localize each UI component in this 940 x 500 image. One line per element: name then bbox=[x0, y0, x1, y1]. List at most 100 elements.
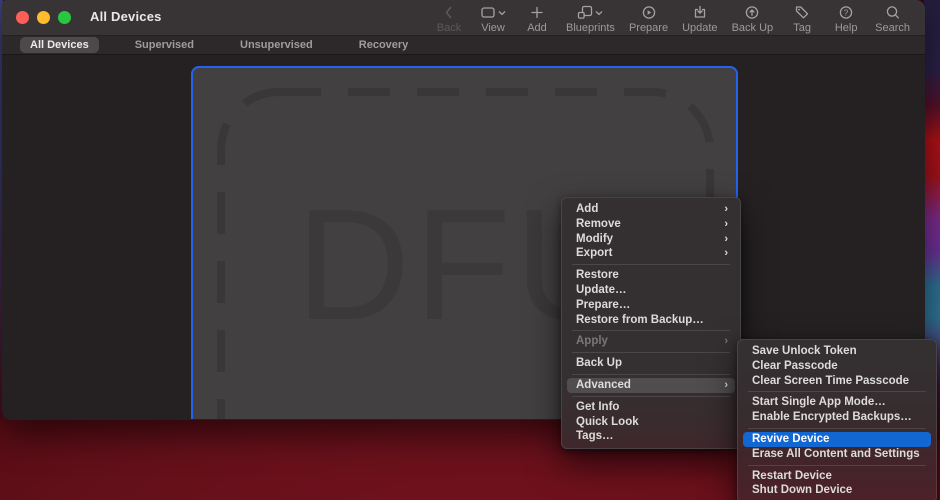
menu-item-label: Remove bbox=[576, 218, 621, 230]
menu-item-restore[interactable]: Restore bbox=[567, 268, 735, 283]
toolbar-button-prepare[interactable]: Prepare bbox=[622, 2, 675, 36]
menu-item-erase-all-content-and-settings[interactable]: Erase All Content and Settings bbox=[743, 447, 931, 462]
toolbar-button-add[interactable]: Add bbox=[515, 2, 559, 36]
menu-item-prepare[interactable]: Prepare… bbox=[567, 298, 735, 313]
menu-item-label: Export bbox=[576, 247, 612, 259]
menu-separator bbox=[748, 428, 926, 429]
toolbar-label: Search bbox=[875, 22, 910, 34]
submenu-chevron-icon: › bbox=[724, 202, 728, 217]
menu-separator bbox=[572, 264, 730, 265]
menu-item-export[interactable]: Export › bbox=[567, 246, 735, 261]
menu-item-label: Modify bbox=[576, 233, 613, 245]
menu-item-label: Get Info bbox=[576, 401, 619, 413]
menu-item-restore-from-backup[interactable]: Restore from Backup… bbox=[567, 313, 735, 328]
menu-item-update[interactable]: Update… bbox=[567, 283, 735, 298]
menu-item-tags[interactable]: Tags… bbox=[567, 429, 735, 444]
menu-item-label: Tags… bbox=[576, 430, 614, 442]
menu-item-label: Advanced bbox=[576, 379, 631, 391]
menu-item-label: Start Single App Mode… bbox=[752, 396, 886, 408]
menu-separator bbox=[572, 330, 730, 331]
submenu-chevron-icon: › bbox=[724, 246, 728, 261]
menu-item-clear-screen-time-passcode[interactable]: Clear Screen Time Passcode bbox=[743, 374, 931, 389]
menu-item-clear-passcode[interactable]: Clear Passcode bbox=[743, 359, 931, 374]
menu-item-modify[interactable]: Modify › bbox=[567, 232, 735, 247]
menu-item-label: Shut Down Device bbox=[752, 484, 852, 496]
menu-item-label: Restart Device bbox=[752, 470, 832, 482]
toolbar-button-view[interactable]: View bbox=[471, 2, 515, 36]
toolbar-label: Tag bbox=[793, 22, 811, 34]
toolbar-button-help[interactable]: ? Help bbox=[824, 2, 868, 36]
backup-circle-arrow-icon bbox=[744, 4, 760, 21]
menu-separator bbox=[748, 465, 926, 466]
window-title: All Devices bbox=[90, 9, 162, 24]
menu-item-label: Back Up bbox=[576, 357, 622, 369]
toolbar-button-update[interactable]: Update bbox=[675, 2, 724, 36]
toolbar-label: Add bbox=[527, 22, 547, 34]
tab-supervised[interactable]: Supervised bbox=[125, 37, 204, 53]
minimize-button[interactable] bbox=[37, 11, 50, 24]
menu-item-label: Restore from Backup… bbox=[576, 314, 704, 326]
menu-item-get-info[interactable]: Get Info bbox=[567, 400, 735, 415]
plus-icon bbox=[529, 4, 545, 21]
menu-item-restart-device[interactable]: Restart Device bbox=[743, 469, 931, 484]
menu-item-label: Prepare… bbox=[576, 299, 630, 311]
menu-item-add[interactable]: Add › bbox=[567, 202, 735, 217]
menu-item-label: Save Unlock Token bbox=[752, 345, 857, 357]
zoom-button[interactable] bbox=[58, 11, 71, 24]
menu-item-start-single-app-mode[interactable]: Start Single App Mode… bbox=[743, 395, 931, 410]
menu-item-label: Restore bbox=[576, 269, 619, 281]
svg-text:?: ? bbox=[844, 8, 849, 17]
context-menu: Add › Remove › Modify › Export › Restore Update… P… bbox=[561, 197, 741, 449]
tab-recovery[interactable]: Recovery bbox=[349, 37, 419, 53]
advanced-submenu: Save Unlock Token Clear PasscodeClear Scr… bbox=[737, 339, 937, 500]
tab-unsupervised[interactable]: Unsupervised bbox=[230, 37, 323, 53]
menu-item-label: Add bbox=[576, 203, 598, 215]
menu-item-enable-encrypted-backups[interactable]: Enable Encrypted Backups… bbox=[743, 410, 931, 425]
search-icon bbox=[885, 4, 901, 21]
toolbar-label: Back bbox=[437, 22, 461, 34]
toolbar: Back View Add Blueprints Prepare Update Back U… bbox=[427, 2, 917, 36]
menu-item-apply: Apply › bbox=[567, 334, 735, 349]
toolbar-button-back: Back bbox=[427, 2, 471, 36]
toolbar-label: Update bbox=[682, 22, 717, 34]
menu-item-revive-device[interactable]: Revive Device bbox=[743, 432, 931, 447]
toolbar-label: View bbox=[481, 22, 505, 34]
menu-item-label: Clear Screen Time Passcode bbox=[752, 375, 909, 387]
window-view-icon bbox=[480, 4, 506, 21]
traffic-lights bbox=[16, 11, 71, 24]
menu-item-label: Apply bbox=[576, 335, 608, 347]
menu-item-label: Update… bbox=[576, 284, 626, 296]
toolbar-button-blueprints[interactable]: Blueprints bbox=[559, 2, 622, 36]
chevron-left-icon bbox=[441, 4, 457, 21]
help-circle-icon: ? bbox=[838, 4, 854, 21]
toolbar-label: Prepare bbox=[629, 22, 668, 34]
menu-item-label: Quick Look bbox=[576, 416, 639, 428]
tab-bar: All Devices Supervised Unsupervised Recover… bbox=[2, 35, 925, 55]
menu-item-quick-look[interactable]: Quick Look bbox=[567, 415, 735, 430]
menu-separator bbox=[572, 396, 730, 397]
submenu-chevron-icon: › bbox=[724, 232, 728, 247]
close-button[interactable] bbox=[16, 11, 29, 24]
menu-item-advanced[interactable]: Advanced › bbox=[567, 378, 735, 393]
menu-separator bbox=[572, 352, 730, 353]
toolbar-label: Back Up bbox=[732, 22, 774, 34]
toolbar-button-search[interactable]: Search bbox=[868, 2, 917, 36]
menu-item-label: Revive Device bbox=[752, 433, 829, 445]
titlebar: All Devices Back View Add Blueprints Prepare… bbox=[2, 0, 925, 35]
toolbar-button-back-up[interactable]: Back Up bbox=[725, 2, 781, 36]
blueprints-icon bbox=[577, 4, 603, 21]
tab-all-devices[interactable]: All Devices bbox=[20, 37, 99, 53]
submenu-chevron-icon: › bbox=[724, 217, 728, 232]
toolbar-button-tag[interactable]: Tag bbox=[780, 2, 824, 36]
menu-item-remove[interactable]: Remove › bbox=[567, 217, 735, 232]
toolbar-label: Help bbox=[835, 22, 858, 34]
menu-item-label: Erase All Content and Settings bbox=[752, 448, 920, 460]
prepare-play-circle-icon bbox=[641, 4, 657, 21]
submenu-chevron-icon: › bbox=[724, 334, 728, 349]
menu-separator bbox=[748, 391, 926, 392]
menu-item-save-unlock-token[interactable]: Save Unlock Token bbox=[743, 344, 931, 359]
menu-item-shut-down-device[interactable]: Shut Down Device bbox=[743, 483, 931, 498]
menu-item-back-up[interactable]: Back Up bbox=[567, 356, 735, 371]
submenu-chevron-icon: › bbox=[724, 378, 728, 393]
toolbar-label: Blueprints bbox=[566, 22, 615, 34]
